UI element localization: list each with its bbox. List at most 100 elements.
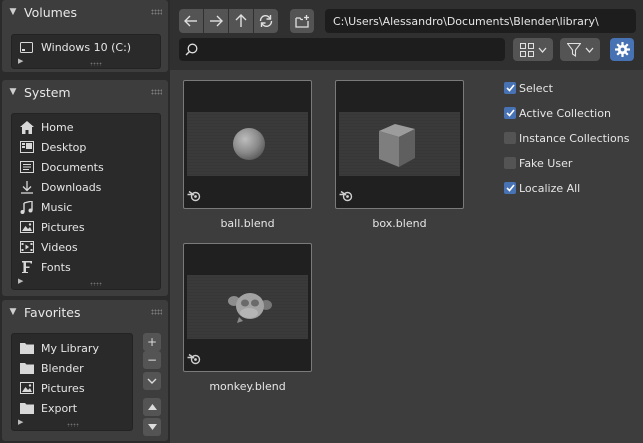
sidebar-item-documents[interactable]: Documents xyxy=(12,157,132,177)
list-item-label: Pictures xyxy=(41,220,85,234)
list-item-label: Home xyxy=(41,120,74,134)
refresh-button[interactable] xyxy=(254,9,278,33)
option-label: Fake User xyxy=(519,156,573,170)
list-item-label: Documents xyxy=(41,160,104,174)
list-item-label: My Library xyxy=(41,341,99,355)
music-icon xyxy=(18,200,35,214)
list-item-label: Desktop xyxy=(41,140,87,154)
list-resize-grip-icon[interactable] xyxy=(90,62,102,66)
sidebar-item-home[interactable]: Home xyxy=(12,117,132,137)
file-browser-toolbar: C:\Users\Alessandro\Documents\Blender\li… xyxy=(170,0,643,70)
option-select[interactable]: Select xyxy=(504,78,553,98)
checkbox-checked[interactable] xyxy=(504,82,516,94)
directory-path-field[interactable]: C:\Users\Alessandro\Documents\Blender\li… xyxy=(325,9,636,33)
new-folder-icon xyxy=(294,14,309,28)
drag-grip-icon[interactable] xyxy=(151,309,162,315)
collapse-triangle-icon: ▼ xyxy=(9,307,17,317)
cube-preview-icon xyxy=(379,124,415,167)
move-up-button[interactable] xyxy=(143,398,161,416)
file-name-box[interactable]: box.blend xyxy=(335,217,464,230)
blender-logo-icon xyxy=(339,190,353,205)
expand-list-icon[interactable]: ▶ xyxy=(18,277,23,285)
sidebar-item-my-library[interactable]: My Library xyxy=(12,338,130,358)
sidebar-item-videos[interactable]: Videos xyxy=(12,237,132,257)
sidebar-item-export[interactable]: Export xyxy=(12,398,130,418)
arrow-right-icon xyxy=(210,15,223,27)
file-name-monkey[interactable]: monkey.blend xyxy=(183,380,312,393)
options-toggle-button[interactable] xyxy=(610,38,634,61)
remove-bookmark-button[interactable]: − xyxy=(143,351,161,369)
refresh-icon xyxy=(259,14,273,28)
list-resize-grip-icon[interactable] xyxy=(90,282,102,286)
collapse-triangle-icon: ▼ xyxy=(9,87,17,97)
move-down-button[interactable] xyxy=(143,418,161,436)
list-item-label: Blender xyxy=(41,361,84,375)
list-item-label: Pictures xyxy=(41,381,85,395)
file-name-ball[interactable]: ball.blend xyxy=(183,217,312,230)
expand-list-icon[interactable]: ▶ xyxy=(18,57,23,65)
filter-funnel-icon xyxy=(566,42,581,57)
preview-area xyxy=(187,112,308,176)
bookmark-menu-button[interactable] xyxy=(143,372,161,390)
checkbox-unchecked[interactable] xyxy=(504,132,516,144)
option-fake-user[interactable]: Fake User xyxy=(504,153,572,173)
list-item-label: Fonts xyxy=(41,260,71,274)
operator-options-panel: Select Active Collection Instance Collec… xyxy=(495,70,643,443)
list-item-label: Videos xyxy=(41,240,78,254)
checkmark-icon xyxy=(505,84,515,92)
option-label: Instance Collections xyxy=(519,131,630,145)
create-directory-button[interactable] xyxy=(290,9,314,33)
sidebar: ▼ Volumes Windows 10 (C:) ▶ ▼ System Hom… xyxy=(0,0,170,443)
file-thumbnail-monkey[interactable] xyxy=(183,243,312,372)
back-button[interactable] xyxy=(179,9,203,33)
preview-area xyxy=(187,275,308,339)
favorites-header[interactable]: ▼ Favorites xyxy=(2,300,168,324)
search-icon xyxy=(185,43,198,56)
option-instance-collections[interactable]: Instance Collections xyxy=(504,128,629,148)
option-localize-all[interactable]: Localize All xyxy=(504,178,580,198)
volumes-title: Volumes xyxy=(24,4,78,20)
checkbox-unchecked[interactable] xyxy=(504,157,516,169)
font-icon xyxy=(18,260,35,274)
checkbox-checked[interactable] xyxy=(504,107,516,119)
checkbox-checked[interactable] xyxy=(504,182,516,194)
sidebar-item-music[interactable]: Music xyxy=(12,197,132,217)
folder-icon xyxy=(18,401,35,415)
volumes-list: Windows 10 (C:) ▶ xyxy=(11,34,161,69)
drag-grip-icon[interactable] xyxy=(151,89,162,95)
list-item-windows-drive[interactable]: Windows 10 (C:) xyxy=(12,37,132,57)
volumes-header[interactable]: ▼ Volumes xyxy=(2,0,168,24)
expand-list-icon[interactable]: ▶ xyxy=(18,418,23,426)
parent-directory-button[interactable] xyxy=(229,9,253,33)
sidebar-item-blender[interactable]: Blender xyxy=(12,358,130,378)
option-active-collection[interactable]: Active Collection xyxy=(504,103,611,123)
forward-button[interactable] xyxy=(204,9,228,33)
system-header[interactable]: ▼ System xyxy=(2,80,168,104)
sidebar-item-fonts[interactable]: Fonts xyxy=(12,257,132,277)
list-item-label: Windows 10 (C:) xyxy=(41,40,132,54)
list-item-label: Downloads xyxy=(41,180,102,194)
add-bookmark-button[interactable]: + xyxy=(143,333,161,351)
list-item-label: Export xyxy=(41,401,78,415)
sidebar-item-pictures-favorite[interactable]: Pictures xyxy=(12,378,130,398)
thumbnails-grid-icon xyxy=(519,42,534,57)
option-label: Localize All xyxy=(519,181,581,195)
download-icon xyxy=(18,180,35,194)
option-label: Select xyxy=(519,81,553,95)
sidebar-item-desktop[interactable]: Desktop xyxy=(12,137,132,157)
gear-icon xyxy=(614,42,630,57)
drag-grip-icon[interactable] xyxy=(151,9,162,15)
checkmark-icon xyxy=(505,184,515,192)
documents-icon xyxy=(18,160,35,174)
list-resize-grip-icon[interactable] xyxy=(67,423,79,427)
filter-dropdown[interactable] xyxy=(560,38,600,61)
display-mode-dropdown[interactable] xyxy=(513,38,553,61)
sidebar-item-pictures[interactable]: Pictures xyxy=(12,217,132,237)
drive-icon xyxy=(18,40,35,54)
file-grid: ball.blend box.blend monkey.blend xyxy=(170,70,495,443)
sidebar-item-downloads[interactable]: Downloads xyxy=(12,177,132,197)
list-item-label: Music xyxy=(41,200,73,214)
filename-search-field[interactable] xyxy=(179,38,505,61)
file-thumbnail-ball[interactable] xyxy=(183,80,312,209)
file-thumbnail-box[interactable] xyxy=(335,80,464,209)
